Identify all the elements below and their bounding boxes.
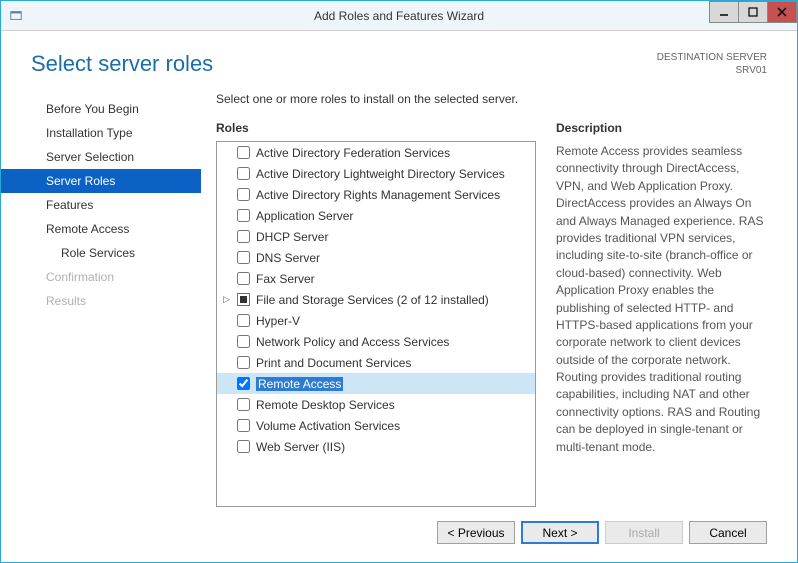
expand-icon[interactable]: ▷	[223, 294, 230, 305]
sidebar-step-server-roles[interactable]: Server Roles	[1, 169, 201, 193]
sidebar-step-server-selection[interactable]: Server Selection	[1, 145, 201, 169]
description-column: Description Remote Access provides seaml…	[556, 121, 767, 507]
role-checkbox[interactable]	[237, 419, 250, 432]
window-buttons	[710, 1, 797, 23]
content: Select one or more roles to install on t…	[201, 87, 797, 507]
role-checkbox[interactable]	[237, 188, 250, 201]
footer: < Previous Next > Install Cancel	[1, 507, 797, 562]
role-checkbox[interactable]	[237, 356, 250, 369]
cancel-button[interactable]: Cancel	[689, 521, 767, 544]
role-label: Web Server (IIS)	[256, 440, 345, 454]
columns: Roles Active Directory Federation Servic…	[216, 121, 767, 507]
role-checkbox[interactable]	[237, 230, 250, 243]
role-label: DHCP Server	[256, 230, 328, 244]
role-item[interactable]: Network Policy and Access Services	[217, 331, 535, 352]
role-checkbox[interactable]	[237, 146, 250, 159]
role-item[interactable]: Web Server (IIS)	[217, 436, 535, 457]
close-button[interactable]	[767, 1, 797, 23]
role-checkbox[interactable]	[237, 209, 250, 222]
role-checkbox[interactable]	[237, 335, 250, 348]
roles-listbox[interactable]: Active Directory Federation Services Acti…	[216, 141, 536, 507]
role-item[interactable]: Active Directory Lightweight Directory S…	[217, 163, 535, 184]
role-item[interactable]: ▷ File and Storage Services (2 of 12 inst…	[217, 289, 535, 310]
role-label: Active Directory Federation Services	[256, 146, 450, 160]
sidebar-step-installation-type[interactable]: Installation Type	[1, 121, 201, 145]
role-checkbox[interactable]	[237, 167, 250, 180]
previous-button[interactable]: < Previous	[437, 521, 515, 544]
sidebar-step-before-you-begin[interactable]: Before You Begin	[1, 97, 201, 121]
description-text: Remote Access provides seamless connecti…	[556, 143, 767, 456]
role-label: Remote Desktop Services	[256, 398, 395, 412]
sidebar-step-results: Results	[1, 289, 201, 313]
role-item[interactable]: Remote Access	[217, 373, 535, 394]
role-label: Active Directory Lightweight Directory S…	[256, 167, 505, 181]
instruction-text: Select one or more roles to install on t…	[216, 92, 767, 106]
destination-server: DESTINATION SERVER SRV01	[657, 51, 767, 77]
role-checkbox[interactable]	[237, 251, 250, 264]
role-checkbox[interactable]	[237, 314, 250, 327]
description-label: Description	[556, 121, 767, 135]
destination-label: DESTINATION SERVER	[657, 51, 767, 64]
titlebar: Add Roles and Features Wizard	[1, 1, 797, 31]
role-item[interactable]: Active Directory Federation Services	[217, 142, 535, 163]
role-label: Network Policy and Access Services	[256, 335, 449, 349]
next-button[interactable]: Next >	[521, 521, 599, 544]
window-title: Add Roles and Features Wizard	[1, 9, 797, 23]
role-item[interactable]: Print and Document Services	[217, 352, 535, 373]
role-label: Remote Access	[256, 377, 343, 391]
role-item[interactable]: Remote Desktop Services	[217, 394, 535, 415]
install-button: Install	[605, 521, 683, 544]
role-item[interactable]: Active Directory Rights Management Servi…	[217, 184, 535, 205]
sidebar: Before You BeginInstallation TypeServer …	[1, 87, 201, 507]
sidebar-step-role-services[interactable]: Role Services	[1, 241, 201, 265]
destination-value: SRV01	[657, 64, 767, 77]
app-icon	[1, 9, 31, 23]
roles-column: Roles Active Directory Federation Servic…	[216, 121, 536, 507]
role-label: Print and Document Services	[256, 356, 411, 370]
main: Before You BeginInstallation TypeServer …	[1, 87, 797, 507]
role-checkbox[interactable]	[237, 293, 250, 306]
sidebar-step-confirmation: Confirmation	[1, 265, 201, 289]
role-label: Application Server	[256, 209, 353, 223]
role-item[interactable]: DNS Server	[217, 247, 535, 268]
role-label: Fax Server	[256, 272, 315, 286]
roles-label: Roles	[216, 121, 536, 135]
role-label: Volume Activation Services	[256, 419, 400, 433]
maximize-button[interactable]	[738, 1, 768, 23]
role-item[interactable]: Hyper-V	[217, 310, 535, 331]
role-item[interactable]: Application Server	[217, 205, 535, 226]
sidebar-step-remote-access[interactable]: Remote Access	[1, 217, 201, 241]
page-title: Select server roles	[31, 51, 213, 77]
role-checkbox[interactable]	[237, 272, 250, 285]
role-checkbox[interactable]	[237, 440, 250, 453]
sidebar-step-features[interactable]: Features	[1, 193, 201, 217]
role-label: Active Directory Rights Management Servi…	[256, 188, 500, 202]
role-label: File and Storage Services (2 of 12 insta…	[256, 293, 489, 307]
minimize-button[interactable]	[709, 1, 739, 23]
role-label: Hyper-V	[256, 314, 300, 328]
header: Select server roles DESTINATION SERVER S…	[1, 31, 797, 87]
role-item[interactable]: Fax Server	[217, 268, 535, 289]
role-item[interactable]: Volume Activation Services	[217, 415, 535, 436]
role-item[interactable]: DHCP Server	[217, 226, 535, 247]
role-label: DNS Server	[256, 251, 320, 265]
role-checkbox[interactable]	[237, 377, 250, 390]
role-checkbox[interactable]	[237, 398, 250, 411]
